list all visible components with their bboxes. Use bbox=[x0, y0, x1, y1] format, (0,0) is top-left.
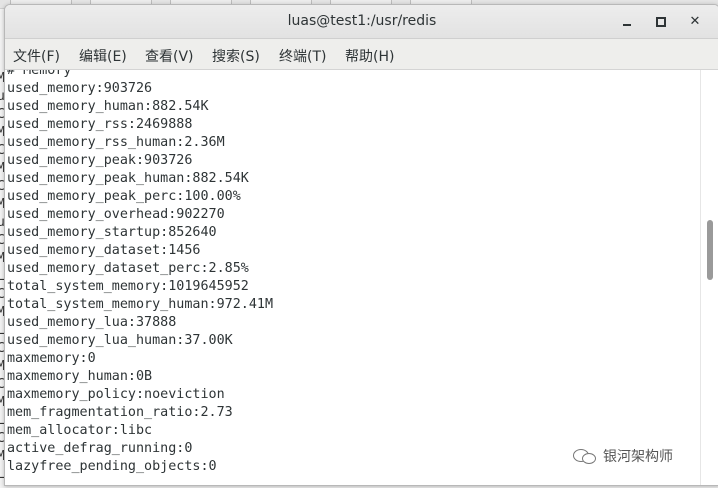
menu-item-terminal[interactable]: 终端(T) bbox=[279, 46, 326, 66]
terminal-line: used_memory_human:882.54K bbox=[7, 99, 209, 114]
desktop-screen: MuCMCMCMuCMLCMLCMCMLCML luas@test1:/usr/… bbox=[0, 0, 718, 488]
watermark: 银河架构师 bbox=[573, 445, 673, 467]
menu-item-view[interactable]: 查看(V) bbox=[145, 46, 194, 66]
terminal-line: used_memory:903726 bbox=[7, 81, 153, 96]
maximize-button[interactable] bbox=[651, 12, 671, 32]
maximize-icon bbox=[656, 16, 666, 27]
terminal-line: used_memory_dataset_perc:2.85% bbox=[7, 261, 249, 276]
terminal-line: maxmemory:0 bbox=[7, 351, 96, 366]
close-icon: ✕ bbox=[689, 14, 701, 29]
window-titlebar[interactable]: luas@test1:/usr/redis ✕ bbox=[5, 5, 718, 39]
terminal-line: lazyfree_pending_objects:0 bbox=[7, 459, 217, 474]
terminal-line: used_memory_lua:37888 bbox=[7, 315, 177, 330]
menu-bar: 文件(F) 编辑(E) 查看(V) 搜索(S) 终端(T) 帮助(H) bbox=[5, 39, 718, 70]
terminal-line: mem_allocator:libc bbox=[7, 423, 153, 438]
menu-item-file[interactable]: 文件(F) bbox=[13, 46, 60, 66]
menu-item-help[interactable]: 帮助(H) bbox=[345, 46, 394, 66]
terminal-line: used_memory_startup:852640 bbox=[7, 225, 217, 240]
window-title: luas@test1:/usr/redis bbox=[287, 13, 437, 29]
terminal-line: mem_fragmentation_ratio:2.73 bbox=[7, 405, 233, 420]
terminal-scrollbar[interactable] bbox=[700, 70, 718, 485]
terminal-line: maxmemory_human:0B bbox=[7, 369, 153, 384]
terminal-line: active_defrag_running:0 bbox=[7, 441, 193, 456]
terminal-line: used_memory_overhead:902270 bbox=[7, 207, 225, 222]
minimize-icon bbox=[623, 23, 631, 26]
terminal-line: used_memory_rss:2469888 bbox=[7, 117, 193, 132]
menu-item-edit[interactable]: 编辑(E) bbox=[79, 46, 127, 66]
terminal-text: # Memory used_memory:903726 used_memory_hu… bbox=[7, 70, 273, 476]
terminal-line: used_memory_lua_human:37.00K bbox=[7, 333, 233, 348]
terminal-window: luas@test1:/usr/redis ✕ 文件(F) 编辑(E) 查看(V… bbox=[4, 4, 718, 486]
terminal-line: used_memory_peak_human:882.54K bbox=[7, 171, 249, 186]
terminal-line: used_memory_dataset:1456 bbox=[7, 243, 201, 258]
terminal-line: used_memory_peak:903726 bbox=[7, 153, 193, 168]
menu-item-search[interactable]: 搜索(S) bbox=[212, 46, 260, 66]
terminal-line: used_memory_rss_human:2.36M bbox=[7, 135, 225, 150]
terminal-line: maxmemory_policy:noeviction bbox=[7, 387, 225, 402]
scrollbar-thumb[interactable] bbox=[707, 220, 713, 280]
terminal-line: total_system_memory_human:972.41M bbox=[7, 297, 274, 312]
wechat-icon bbox=[573, 447, 597, 465]
terminal-line: total_system_memory:1019645952 bbox=[7, 279, 249, 294]
watermark-label: 银河架构师 bbox=[603, 449, 673, 465]
terminal-line: used_memory_peak_perc:100.00% bbox=[7, 189, 241, 204]
terminal-output[interactable]: # Memory used_memory:903726 used_memory_hu… bbox=[5, 70, 700, 485]
close-button[interactable]: ✕ bbox=[685, 12, 705, 32]
minimize-button[interactable] bbox=[617, 12, 637, 32]
terminal-line: # Memory bbox=[7, 70, 72, 78]
